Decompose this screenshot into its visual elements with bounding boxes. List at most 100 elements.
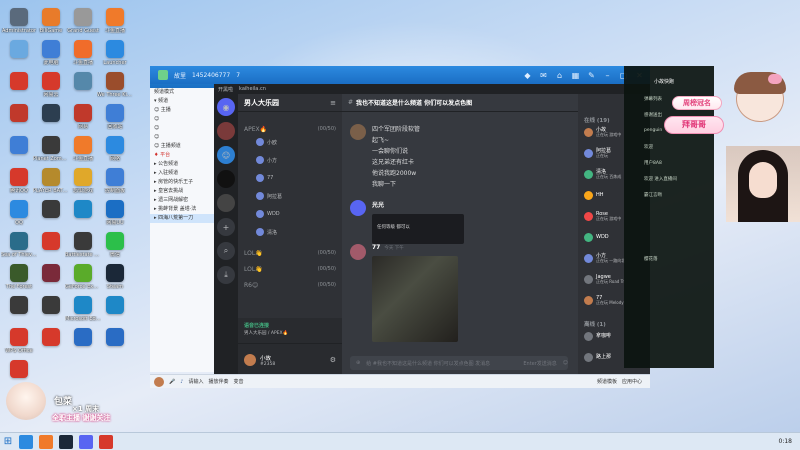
desktop-icon[interactable]: 网易UU (98, 200, 132, 226)
toolbar-item[interactable]: 播放伴奏 (208, 378, 228, 385)
buddy-list-item[interactable]: ☺ (150, 133, 214, 142)
toolbar-item[interactable]: 请输入 (188, 378, 203, 385)
buddy-list-item[interactable]: ☺ 主播频道 (150, 142, 214, 151)
desktop-icon[interactable]: 控制面板 (98, 168, 132, 194)
desktop-icon[interactable]: Administrator (2, 8, 36, 34)
grid-icon[interactable]: ▦ (571, 71, 580, 80)
avatar[interactable] (350, 200, 366, 216)
desktop-icon[interactable]: 回收站 (98, 104, 132, 130)
taskbar-app-icon[interactable] (39, 434, 53, 449)
taskbar-app-icon[interactable] (19, 434, 33, 449)
desktop-icon[interactable]: QQ (2, 200, 36, 226)
desktop-icon[interactable]: Grand Guest (66, 8, 100, 34)
voice-user[interactable]: WDD (256, 210, 280, 218)
desktop-icon[interactable] (66, 200, 100, 220)
voice-channel[interactable]: LOL👋 (00/50) (244, 266, 336, 273)
desktop-icon[interactable]: 网易云 (34, 72, 68, 98)
toolbar-item[interactable]: 变音 (233, 378, 243, 385)
voice-user[interactable]: 阿拉葛 (256, 192, 282, 200)
mail-icon[interactable]: ✉ (539, 71, 548, 80)
voice-user[interactable]: 小方 (256, 156, 277, 164)
voice-user[interactable]: 清洛 (256, 228, 277, 236)
minimize-icon[interactable]: – (603, 71, 612, 80)
gift-icon[interactable]: ◆ (523, 71, 532, 80)
server-icon[interactable] (217, 122, 235, 140)
desktop-icon[interactable]: 微信 (98, 232, 132, 258)
buddy-list-item[interactable]: ☺ (150, 115, 214, 124)
buddy-list-item[interactable]: ▸ 房管的快乐王子 (150, 178, 214, 187)
mic-icon[interactable]: 🎤 (169, 379, 175, 385)
desktop-icon[interactable]: GeForce Experience (65, 264, 101, 290)
buddy-list-item[interactable]: ▸ 遗三网战解密 (150, 196, 214, 205)
server-header[interactable]: 男人大乐园 ≡ (238, 94, 342, 112)
desktop-icon[interactable]: Battlestate Games (65, 232, 101, 258)
desktop-icon[interactable] (2, 360, 36, 380)
desktop-icon[interactable]: 此电脑 (34, 40, 68, 66)
buddy-list-item[interactable]: ▾ 频道 (150, 97, 214, 106)
home-server-icon[interactable]: ◉ (217, 98, 235, 116)
buddy-list-item[interactable]: ♦ 平台 (150, 151, 214, 160)
windows-start-icon[interactable]: ⊞ (0, 433, 16, 450)
desktop-icon[interactable]: 腾讯QQ (2, 168, 36, 194)
desktop-icon[interactable]: Sea of Thieves (1, 232, 37, 258)
toolbar-item[interactable]: 频道模板 (597, 378, 617, 385)
desktop-icon[interactable]: WPS Office (2, 328, 36, 354)
desktop-icon[interactable] (34, 328, 68, 348)
desktop-icon[interactable] (34, 232, 68, 252)
desktop-icon[interactable]: 网易 (66, 104, 100, 130)
desktop-icon[interactable] (34, 104, 68, 124)
desktop-icon[interactable]: BiliGame (34, 8, 68, 34)
server-icon[interactable] (217, 170, 235, 188)
desktop-icon[interactable]: Planet Zombies (33, 136, 69, 162)
desktop-icon[interactable] (34, 296, 68, 316)
taskbar-app-icon[interactable] (79, 434, 93, 449)
message-embed[interactable]: 任何等级 都可以 (372, 214, 464, 244)
add-attachment-icon[interactable]: ⊕ (356, 360, 360, 366)
avatar[interactable] (154, 376, 164, 387)
desktop-icon[interactable]: Launcher (98, 40, 132, 66)
voice-channel[interactable]: LOL👋 (00/50) (244, 250, 336, 257)
desktop-icon[interactable] (2, 40, 36, 60)
desktop-icon[interactable] (2, 136, 36, 156)
buddy-list-item[interactable]: 频道模式 (150, 88, 214, 97)
volume-icon[interactable]: ♪ (180, 379, 183, 385)
server-icon[interactable]: ☺ (217, 146, 235, 164)
desktop-icon[interactable]: 斗鱼直播 (66, 40, 100, 66)
main-title-bar[interactable]: 故里 1452406777 7 ◆ ✉ ⌂ ▦ ✎ – ▢ ✕ (150, 66, 650, 84)
voice-channel[interactable]: APEX🔥 (00/50) (244, 126, 336, 133)
server-icon[interactable] (217, 194, 235, 212)
voice-channel[interactable]: R6😊 (00/50) (244, 282, 336, 289)
desktop-icon[interactable]: The Forest (2, 264, 36, 290)
buddy-list-item[interactable]: ▸ 公告频道 (150, 160, 214, 169)
desktop-icon[interactable] (2, 72, 36, 92)
explore-icon[interactable]: ⌕ (217, 242, 235, 260)
gear-icon[interactable]: ⚙ (330, 356, 336, 364)
desktop-icon[interactable]: PLAYER BATTLE (33, 168, 69, 194)
message-composer[interactable]: ⊕ 给 #我也不知道这是什么频道 你们可以发点色图 发消息 Enter发送消息 … (350, 356, 568, 370)
voice-user[interactable]: 小欧 (256, 138, 277, 146)
desktop-icon[interactable] (98, 296, 132, 316)
voice-user[interactable]: 77 (256, 174, 273, 182)
desktop-icon[interactable] (2, 296, 36, 316)
desktop-icon[interactable] (98, 328, 132, 348)
skin-icon[interactable]: ✎ (587, 71, 596, 80)
desktop-icon[interactable]: We Three Kings (97, 72, 133, 98)
composer-input[interactable]: 给 #我也不知道这是什么频道 你们可以发点色图 发消息 (366, 360, 517, 367)
desktop-icon[interactable] (34, 264, 68, 284)
desktop-icon[interactable] (66, 328, 100, 348)
taskbar-app-icon[interactable] (59, 434, 73, 449)
desktop-icon[interactable]: 恐惧游戏 (66, 168, 100, 194)
menu-icon[interactable]: ≡ (330, 99, 336, 107)
buddy-list-item[interactable]: ▸ 皇宫去挑战 (150, 187, 214, 196)
message-author[interactable]: 77 今天 下午 (372, 244, 404, 251)
desktop-icon[interactable] (34, 200, 68, 220)
avatar[interactable] (350, 244, 366, 260)
desktop-icon[interactable]: Steam (98, 264, 132, 290)
desktop-icon[interactable]: Microsoft Edge (65, 296, 101, 322)
buddy-list-item[interactable]: ☺ 主播 (150, 106, 214, 115)
desktop-icon[interactable]: 网络 (98, 136, 132, 162)
buddy-list-item[interactable]: ▸ 四海八荒第一刀 (150, 214, 214, 223)
buddy-list-item[interactable]: ▸ 入驻频道 (150, 169, 214, 178)
desktop-icon[interactable]: 斗鱼直播 (66, 136, 100, 162)
buddy-list-item[interactable]: ☺ (150, 124, 214, 133)
